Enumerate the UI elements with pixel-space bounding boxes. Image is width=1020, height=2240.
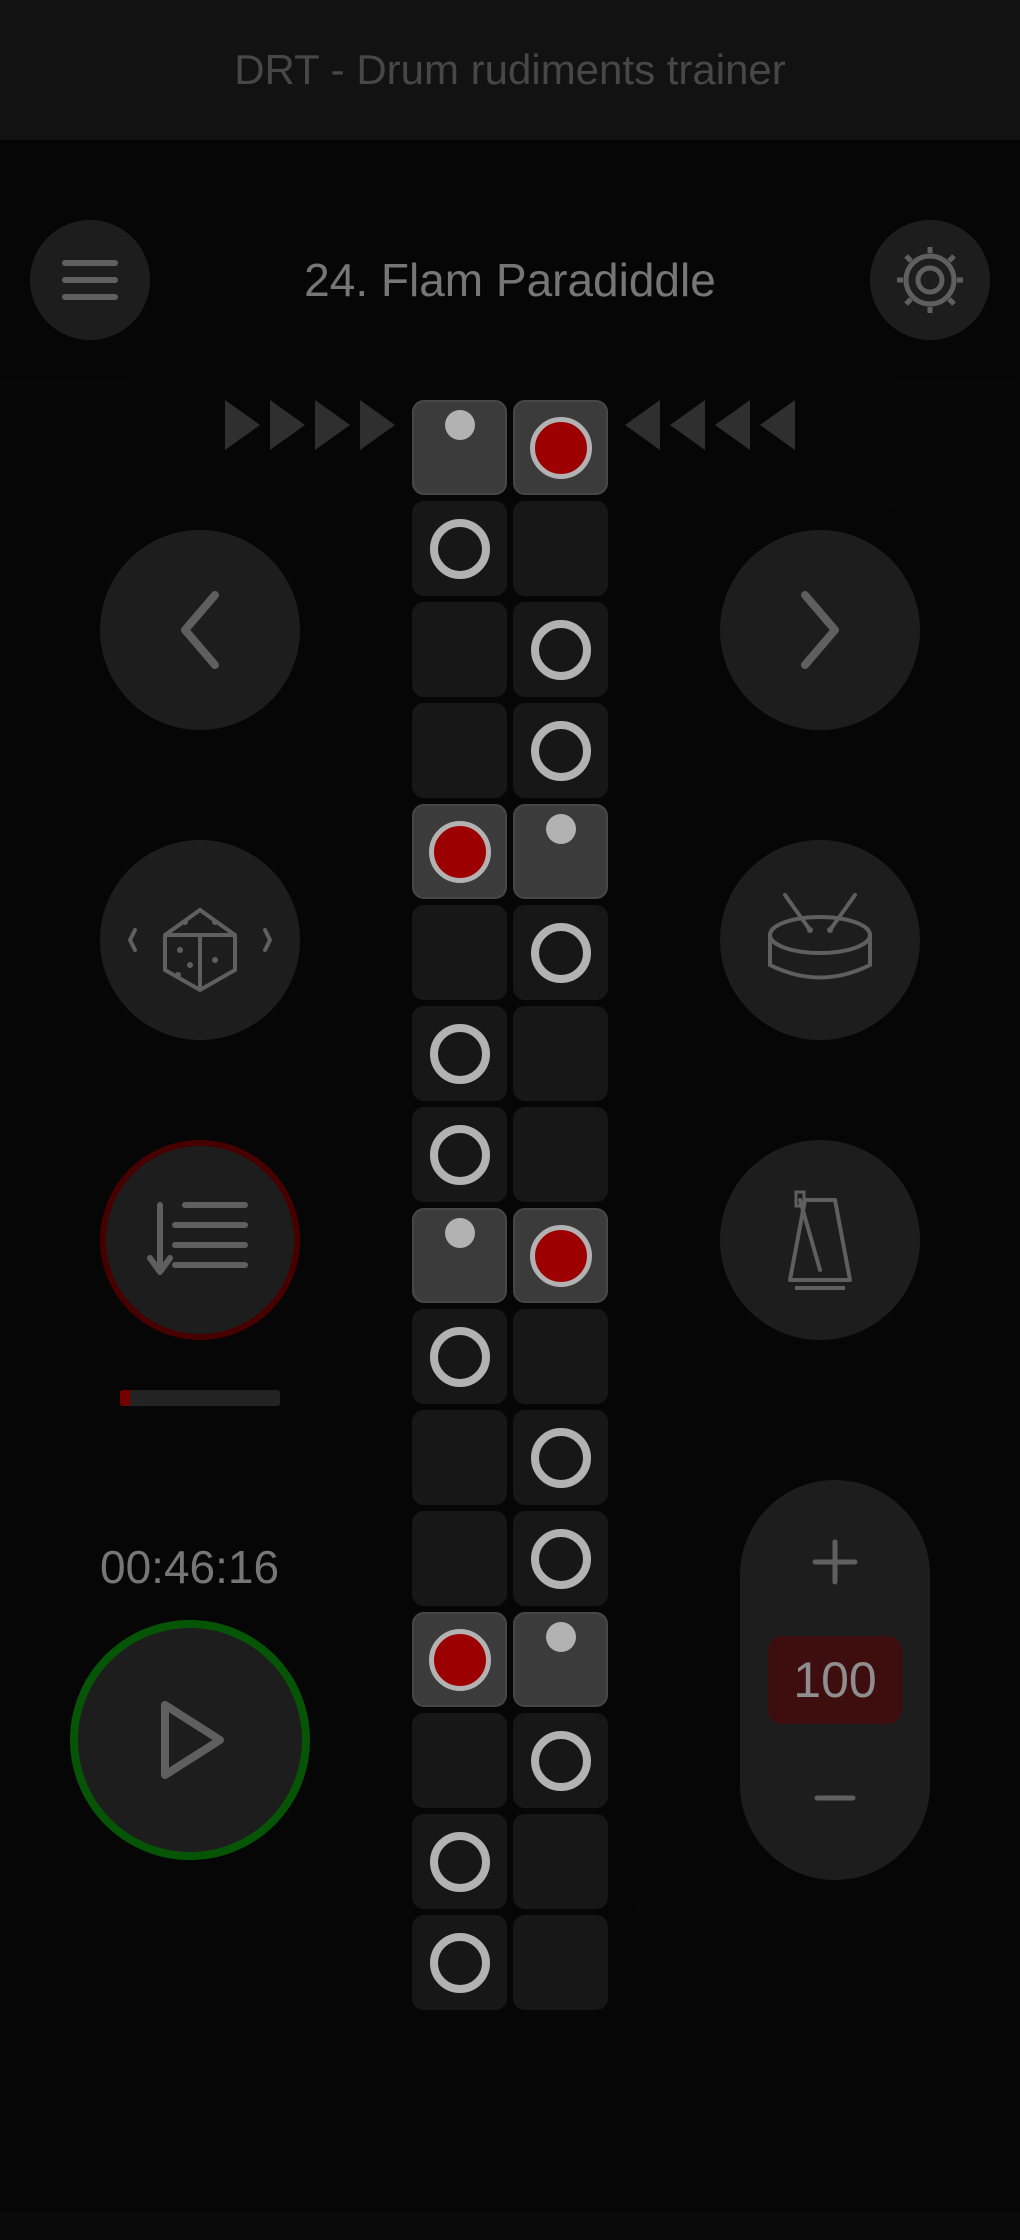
arrow-right-icon bbox=[360, 400, 395, 450]
metronome-icon bbox=[770, 1180, 870, 1300]
pattern-cell bbox=[513, 1107, 608, 1202]
pattern-cell bbox=[513, 1208, 608, 1303]
pattern-cell bbox=[412, 804, 507, 899]
progress-fill bbox=[120, 1390, 130, 1406]
pattern-cell bbox=[412, 1713, 507, 1808]
pattern-cell bbox=[412, 1915, 507, 2010]
pattern-cell bbox=[412, 1107, 507, 1202]
plus-icon bbox=[805, 1532, 865, 1592]
bpm-stepper: 100 bbox=[740, 1480, 930, 1880]
pattern-cell bbox=[513, 703, 608, 798]
bpm-value[interactable]: 100 bbox=[768, 1636, 901, 1724]
previous-rudiment-button[interactable] bbox=[100, 530, 300, 730]
exercise-list-button[interactable] bbox=[100, 1140, 300, 1340]
play-icon bbox=[150, 1695, 230, 1785]
pattern-cell bbox=[412, 1814, 507, 1909]
pattern-cell bbox=[412, 1309, 507, 1404]
pattern-cell bbox=[513, 1511, 608, 1606]
minus-icon bbox=[805, 1768, 865, 1828]
pattern-cell bbox=[412, 1511, 507, 1606]
gear-icon bbox=[895, 245, 965, 315]
pattern-cell bbox=[513, 501, 608, 596]
arrow-right-icon bbox=[315, 400, 350, 450]
pattern-cell bbox=[513, 1612, 608, 1707]
pattern-cell bbox=[513, 1309, 608, 1404]
arrow-left-icon bbox=[760, 400, 795, 450]
drum-sound-button[interactable] bbox=[720, 840, 920, 1040]
pattern-cell bbox=[513, 905, 608, 1000]
timer-display: 00:46:16 bbox=[100, 1540, 279, 1594]
pattern-cell bbox=[412, 905, 507, 1000]
pattern-cell bbox=[513, 1006, 608, 1101]
pattern-cell bbox=[513, 602, 608, 697]
progress-bar bbox=[120, 1390, 280, 1406]
pattern-cell bbox=[513, 1713, 608, 1808]
play-button[interactable] bbox=[70, 1620, 310, 1860]
random-button[interactable] bbox=[100, 840, 300, 1040]
pattern-cell bbox=[412, 703, 507, 798]
arrow-right-icon bbox=[270, 400, 305, 450]
list-icon bbox=[145, 1190, 255, 1290]
pattern-cell bbox=[412, 1410, 507, 1505]
pattern-cell bbox=[412, 400, 507, 495]
app-title: DRT - Drum rudiments trainer bbox=[234, 46, 786, 94]
next-rudiment-button[interactable] bbox=[720, 530, 920, 730]
arrow-left-icon bbox=[625, 400, 660, 450]
drum-icon bbox=[755, 885, 885, 995]
pattern-cell bbox=[513, 1410, 608, 1505]
settings-button[interactable] bbox=[870, 220, 990, 340]
rudiment-title: 24. Flam Paradiddle bbox=[304, 253, 716, 307]
bpm-increase-button[interactable] bbox=[805, 1532, 865, 1592]
metronome-button[interactable] bbox=[720, 1140, 920, 1340]
arrow-right-icon bbox=[225, 400, 260, 450]
pattern-cell bbox=[412, 602, 507, 697]
menu-icon bbox=[60, 258, 120, 303]
dice-icon bbox=[125, 885, 275, 995]
pattern-cell bbox=[513, 1915, 608, 2010]
pattern-cell bbox=[513, 1814, 608, 1909]
pattern-grid bbox=[412, 400, 608, 2010]
header-row: 24. Flam Paradiddle bbox=[30, 220, 990, 340]
menu-button[interactable] bbox=[30, 220, 150, 340]
chevron-right-icon bbox=[790, 585, 850, 675]
pattern-cell bbox=[412, 1006, 507, 1101]
app-title-bar: DRT - Drum rudiments trainer bbox=[0, 0, 1020, 140]
bpm-decrease-button[interactable] bbox=[805, 1768, 865, 1828]
pattern-cell bbox=[412, 1612, 507, 1707]
pattern-cell bbox=[513, 804, 608, 899]
arrow-left-icon bbox=[670, 400, 705, 450]
chevron-left-icon bbox=[170, 585, 230, 675]
pattern-cell bbox=[412, 501, 507, 596]
pattern-cell bbox=[412, 1208, 507, 1303]
arrow-left-icon bbox=[715, 400, 750, 450]
pattern-cell bbox=[513, 400, 608, 495]
